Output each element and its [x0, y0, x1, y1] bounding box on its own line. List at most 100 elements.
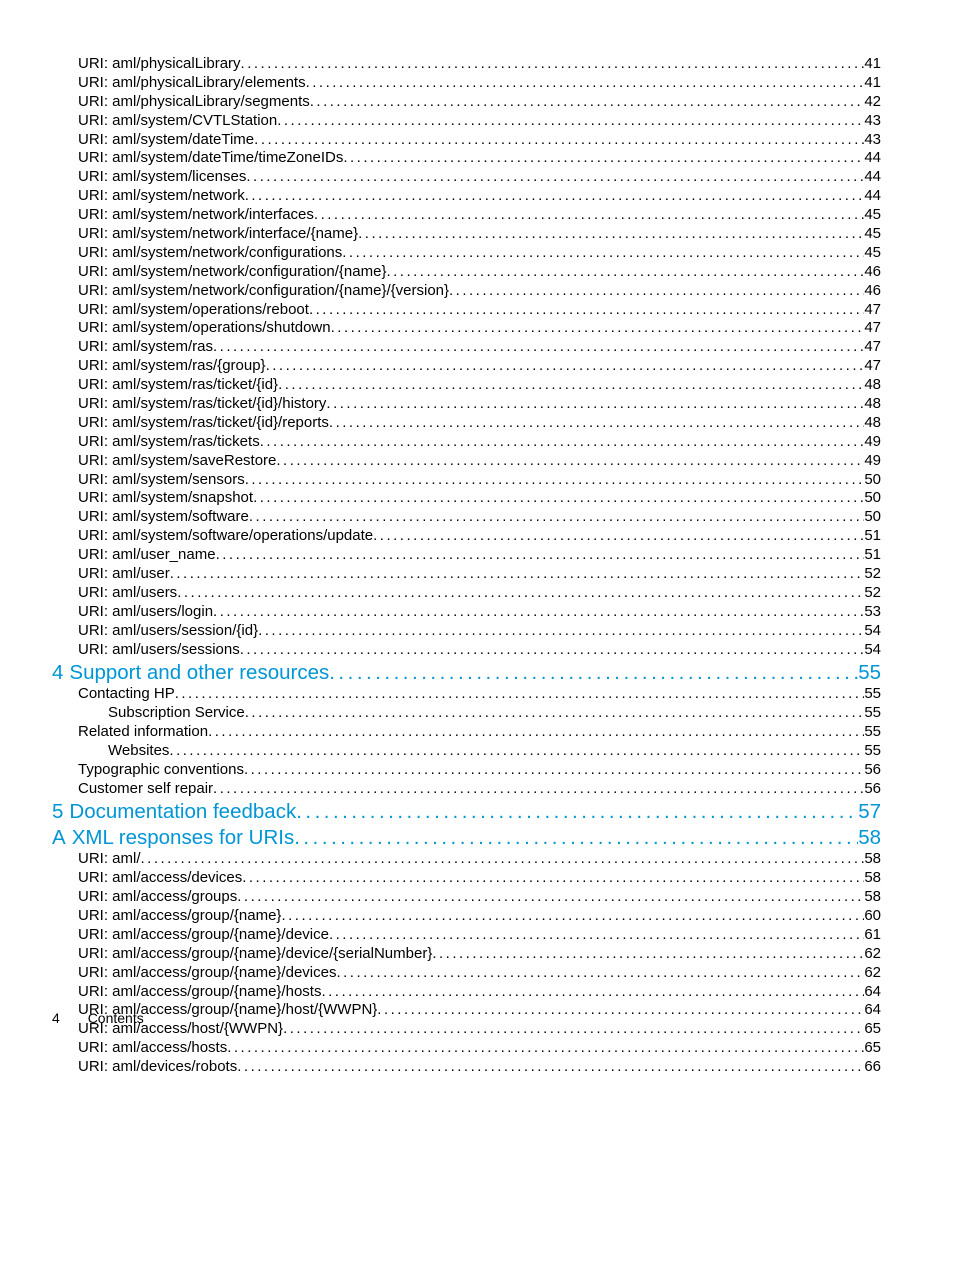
toc-entry-row[interactable]: URI: aml/system/ras/ticket/{id}48 [0, 376, 881, 395]
toc-entry-row[interactable]: URI: aml/system/dateTime43 [0, 131, 881, 150]
toc-entry-row[interactable]: URI: aml/user_name51 [0, 546, 881, 565]
toc-entry-row[interactable]: Contacting HP55 [0, 685, 881, 704]
toc-leader-dots [373, 527, 864, 546]
toc-entry-label: URI: aml/access/group/{name}/hosts [78, 983, 321, 1002]
toc-entry-page: 41 [864, 74, 881, 93]
toc-entry-row[interactable]: URI: aml/system/operations/shutdown47 [0, 319, 881, 338]
toc-entry-page: 46 [864, 263, 881, 282]
toc-leader-dots [266, 357, 865, 376]
toc-entry-label: URI: aml/system/sensors [78, 471, 245, 490]
toc-entry-label: URI: aml/system/ras/ticket/{id} [78, 376, 278, 395]
toc-entry-row[interactable]: URI: aml/access/devices58 [0, 869, 881, 888]
toc-entry-row[interactable]: URI: aml/users/session/{id}54 [0, 622, 881, 641]
toc-entry-label: URI: aml/devices/robots [78, 1058, 237, 1077]
toc-entry-row[interactable]: URI: aml/access/group/{name}/hosts64 [0, 983, 881, 1002]
toc-entry-label: Documentation feedback [69, 799, 296, 825]
toc-leader-dots [177, 584, 864, 603]
toc-entry-label: URI: aml/system/software [78, 508, 249, 527]
toc-leader-dots [449, 282, 864, 301]
toc-entry-row[interactable]: URI: aml/system/ras/ticket/{id}/reports4… [0, 414, 881, 433]
toc-chapter-row[interactable]: AXML responses for URIs58 [0, 825, 881, 851]
toc-entry-page: 51 [864, 527, 881, 546]
toc-entry-page: 45 [864, 225, 881, 244]
toc-entry-page: 47 [864, 338, 881, 357]
toc-entry-label: Customer self repair [78, 780, 213, 799]
toc-entry-row[interactable]: URI: aml/system/ras47 [0, 338, 881, 357]
toc-entry-row[interactable]: Websites55 [0, 742, 881, 761]
toc-entry-row[interactable]: URI: aml/system/network/interfaces45 [0, 206, 881, 225]
toc-entry-page: 65 [864, 1039, 881, 1058]
toc-entry-row[interactable]: URI: aml/58 [0, 850, 881, 869]
toc-entry-row[interactable]: URI: aml/system/ras/{group}47 [0, 357, 881, 376]
toc-entry-row[interactable]: Typographic conventions56 [0, 761, 881, 780]
toc-entry-row[interactable]: URI: aml/physicalLibrary/elements41 [0, 74, 881, 93]
toc-entry-label: URI: aml/system/network/configurations [78, 244, 342, 263]
page: URI: aml/physicalLibrary41URI: aml/physi… [0, 0, 954, 1077]
toc-entry-row[interactable]: URI: aml/users/sessions54 [0, 641, 881, 660]
toc-entry-row[interactable]: Customer self repair56 [0, 780, 881, 799]
toc-entry-row[interactable]: Subscription Service55 [0, 704, 881, 723]
toc-leader-dots [281, 907, 864, 926]
toc-entry-row[interactable]: URI: aml/access/group/{name} 60 [0, 907, 881, 926]
toc-entry-row[interactable]: URI: aml/system/licenses44 [0, 168, 881, 187]
toc-chapter-row[interactable]: 4Support and other resources55 [0, 660, 881, 686]
toc-entry-row[interactable]: URI: aml/physicalLibrary41 [0, 55, 881, 74]
toc-chapter-number: 5 [52, 799, 63, 825]
toc-leader-dots [241, 55, 865, 74]
toc-entry-row[interactable]: URI: aml/system/sensors50 [0, 471, 881, 490]
toc-entry-row[interactable]: URI: aml/system/ras/ticket/{id}/history4… [0, 395, 881, 414]
toc-entry-label: Related information [78, 723, 208, 742]
toc-entry-label: URI: aml/access/group/{name}/devices [78, 964, 336, 983]
toc-entry-page: 54 [864, 622, 881, 641]
toc-entry-row[interactable]: URI: aml/access/hosts65 [0, 1039, 881, 1058]
toc-leader-dots [213, 603, 864, 622]
toc-entry-page: 65 [864, 1020, 881, 1039]
toc-entry-page: 48 [864, 395, 881, 414]
toc-entry-row[interactable]: URI: aml/system/software/operations/upda… [0, 527, 881, 546]
toc-entry-page: 61 [864, 926, 881, 945]
toc-chapter-row[interactable]: 5Documentation feedback57 [0, 799, 881, 825]
toc-entry-row[interactable]: URI: aml/users/login53 [0, 603, 881, 622]
toc-leader-dots [329, 660, 858, 686]
toc-entry-row[interactable]: URI: aml/system/saveRestore49 [0, 452, 881, 471]
toc-entry-row[interactable]: URI: aml/system/snapshot50 [0, 489, 881, 508]
toc-leader-dots [296, 799, 858, 825]
toc-entry-page: 47 [864, 319, 881, 338]
toc-entry-page: 55 [858, 660, 881, 686]
toc-leader-dots [216, 546, 865, 565]
toc-entry-label: URI: aml/access/groups [78, 888, 237, 907]
toc-entry-row[interactable]: URI: aml/system/CVTLStation43 [0, 112, 881, 131]
toc-leader-dots [283, 1020, 864, 1039]
toc-entry-label: URI: aml/physicalLibrary/segments [78, 93, 310, 112]
toc-entry-row[interactable]: URI: aml/system/network/configurations 45 [0, 244, 881, 263]
toc-chapter-number: A [52, 825, 66, 851]
toc-entry-row[interactable]: URI: aml/devices/robots66 [0, 1058, 881, 1077]
toc-entry-row[interactable]: URI: aml/system/network/interface/{name}… [0, 225, 881, 244]
toc-entry-page: 45 [864, 206, 881, 225]
toc-entry-row[interactable]: URI: aml/access/groups58 [0, 888, 881, 907]
toc-entry-row[interactable]: URI: aml/system/dateTime/timeZoneIDs44 [0, 149, 881, 168]
toc-entry-page: 64 [864, 1001, 881, 1020]
toc-entry-page: 62 [864, 945, 881, 964]
toc-entry-row[interactable]: URI: aml/physicalLibrary/segments42 [0, 93, 881, 112]
toc-entry-label: URI: aml/system/software/operations/upda… [78, 527, 373, 546]
toc-entry-row[interactable]: URI: aml/access/group/{name}/device61 [0, 926, 881, 945]
toc-entry-page: 45 [864, 244, 881, 263]
toc-entry-row[interactable]: URI: aml/system/operations/reboot47 [0, 301, 881, 320]
toc-entry-row[interactable]: URI: aml/access/group/{name}/devices62 [0, 964, 881, 983]
toc-entry-row[interactable]: URI: aml/system/network44 [0, 187, 881, 206]
toc-entry-row[interactable]: URI: aml/users52 [0, 584, 881, 603]
toc-leader-dots [245, 187, 865, 206]
toc-entry-row[interactable]: URI: aml/system/software50 [0, 508, 881, 527]
toc-entry-page: 60 [864, 907, 881, 926]
toc-entry-row[interactable]: URI: aml/system/network/configuration/{n… [0, 282, 881, 301]
toc-entry-label: URI: aml/access/group/{name} [78, 907, 281, 926]
toc-entry-row[interactable]: Related information55 [0, 723, 881, 742]
toc-entry-row[interactable]: URI: aml/system/network/configuration/{n… [0, 263, 881, 282]
toc-entry-row[interactable]: URI: aml/access/group/{name}/device/{ser… [0, 945, 881, 964]
page-footer: 4 Contents [52, 1010, 144, 1026]
toc-entry-page: 43 [864, 112, 881, 131]
toc-entry-page: 58 [864, 869, 881, 888]
toc-entry-row[interactable]: URI: aml/user52 [0, 565, 881, 584]
toc-entry-row[interactable]: URI: aml/system/ras/tickets49 [0, 433, 881, 452]
